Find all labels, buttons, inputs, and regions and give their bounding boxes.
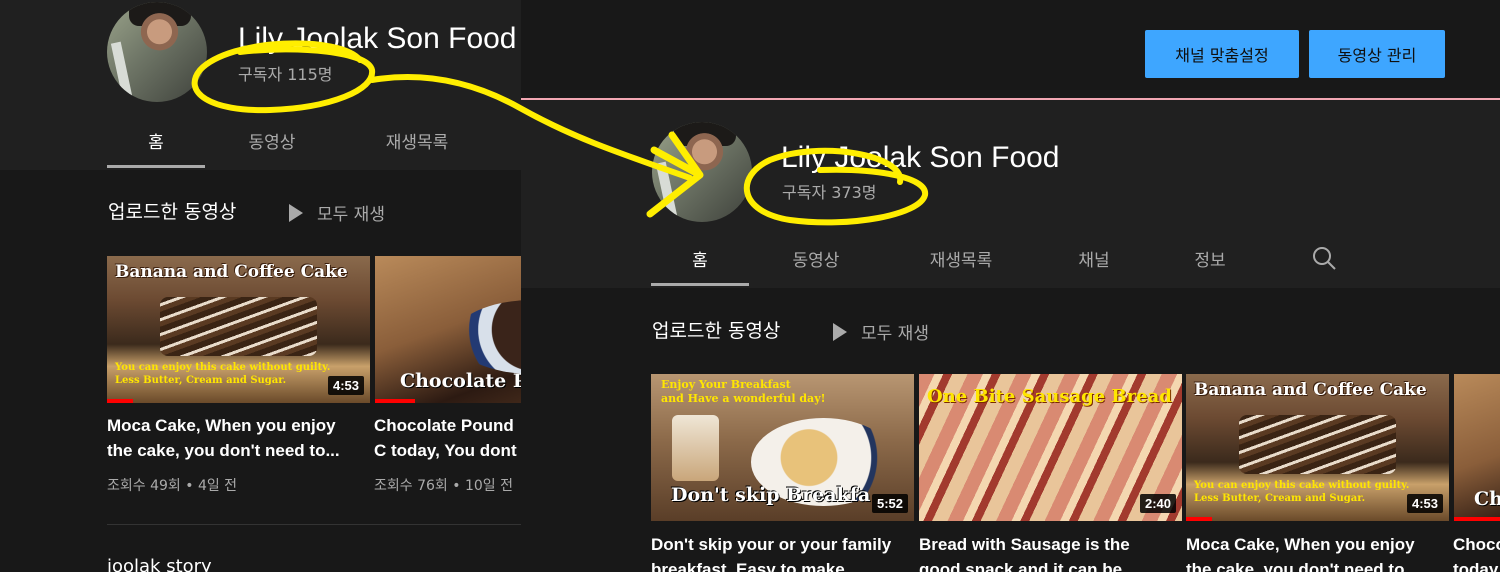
section-title: 업로드한 동영상 — [652, 320, 781, 342]
watch-progress-bar — [1186, 517, 1212, 521]
watch-progress-bar — [107, 399, 133, 403]
search-icon[interactable] — [1311, 245, 1337, 271]
play-all-button[interactable]: 모두 재생 — [289, 200, 385, 225]
tab-about[interactable]: 정보 — [1177, 246, 1243, 271]
tab-active-underline — [651, 283, 749, 286]
duration-badge: 4:53 — [1406, 494, 1443, 513]
duration-badge: 5:52 — [871, 494, 908, 513]
channel-name: Lily Joolak Son Food — [238, 22, 517, 55]
watch-progress-bar — [375, 399, 415, 403]
tab-channels[interactable]: 채널 — [1061, 246, 1127, 271]
video-title[interactable]: Chocolate Pound C today, You dont nee — [374, 413, 521, 463]
tab-playlists[interactable]: 재생목록 — [362, 128, 472, 153]
play-all-label: 모두 재생 — [317, 205, 385, 225]
duration-badge: 2:40 — [1139, 494, 1176, 513]
tab-home[interactable]: 홈 — [651, 246, 749, 271]
video-thumbnail[interactable]: Ch — [1454, 374, 1500, 521]
video-thumbnail[interactable]: Chocolate P — [375, 256, 521, 403]
video-title[interactable]: Don't skip your or your family breakfast… — [651, 532, 901, 572]
section-title: 업로드한 동영상 — [108, 201, 237, 223]
video-title[interactable]: Moca Cake, When you enjoy the cake, you … — [107, 413, 357, 463]
video-meta: 조회수 49회 • 4일 전 — [107, 478, 238, 494]
play-all-label: 모두 재생 — [861, 324, 929, 344]
channel-name: Lily Joolak Son Food — [781, 141, 1060, 174]
subscriber-count: 구독자 373명 — [782, 183, 877, 202]
channel-avatar[interactable] — [652, 122, 752, 222]
video-title[interactable]: Choco today — [1453, 532, 1500, 572]
watch-progress-bar — [1454, 517, 1500, 521]
customize-channel-button[interactable]: 채널 맞춤설정 — [1145, 30, 1299, 78]
manage-videos-button[interactable]: 동영상 관리 — [1309, 30, 1445, 78]
new-channel-screenshot: 채널 맞춤설정 동영상 관리 Lily Joolak Son Food 구독자 … — [521, 0, 1500, 572]
video-thumbnail[interactable]: One Bite Sausage Bread 2:40 — [919, 374, 1182, 521]
video-meta: 조회수 76회 • 10일 전 — [374, 478, 513, 494]
video-thumbnail[interactable]: Banana and Coffee Cake You can enjoy thi… — [1186, 374, 1449, 521]
duration-badge: 4:53 — [327, 376, 364, 395]
video-thumbnail[interactable]: Enjoy Your Breakfast and Have a wonderfu… — [651, 374, 914, 521]
subscriber-count: 구독자 115명 — [238, 65, 333, 84]
tab-videos[interactable]: 동영상 — [222, 128, 322, 153]
old-channel-screenshot: Lily Joolak Son Food 구독자 115명 홈 동영상 재생목록… — [0, 0, 521, 572]
tab-home[interactable]: 홈 — [107, 128, 205, 153]
play-all-button[interactable]: 모두 재생 — [833, 319, 929, 344]
tab-playlists[interactable]: 재생목록 — [906, 246, 1016, 271]
play-icon — [833, 322, 847, 341]
video-title[interactable]: Moca Cake, When you enjoy the cake, you … — [1186, 532, 1436, 572]
video-title[interactable]: Bread with Sausage is the good snack and… — [919, 532, 1169, 572]
tab-videos[interactable]: 동영상 — [766, 246, 866, 271]
channel-avatar[interactable] — [107, 2, 207, 102]
section-divider — [107, 524, 521, 525]
section-title: joolak story — [107, 556, 212, 572]
tab-active-underline — [107, 165, 205, 168]
play-icon — [289, 203, 303, 222]
video-thumbnail[interactable]: Banana and Coffee Cake You can enjoy thi… — [107, 256, 370, 403]
